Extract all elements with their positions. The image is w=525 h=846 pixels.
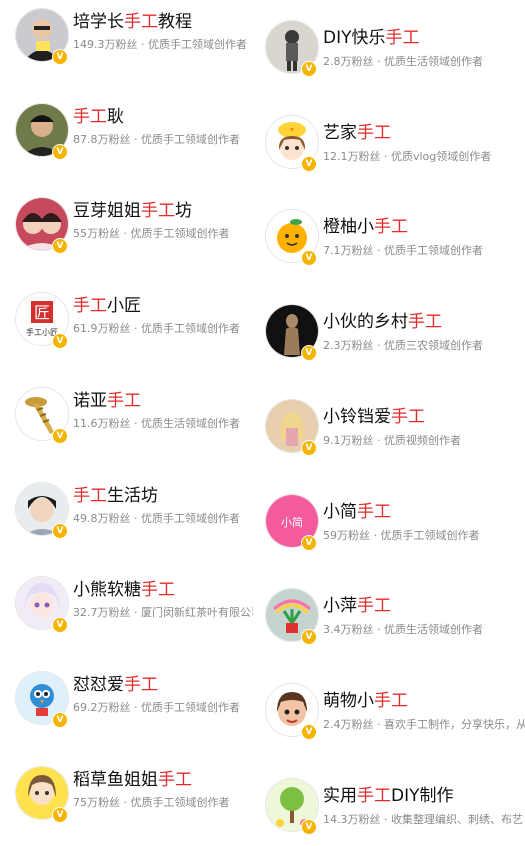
creator-item[interactable]: V DIY快乐手工 2.8万粉丝 · 优质生活领域创作者: [255, 8, 525, 88]
svg-text:小简: 小简: [281, 515, 303, 529]
creator-stats: 2.3万粉丝 · 优质三农领域创作者: [323, 339, 483, 352]
creator-stats: 12.1万粉丝 · 优质vlog领域创作者: [323, 150, 492, 163]
creator-stats: 87.8万粉丝 · 优质手工领域创作者: [73, 133, 240, 146]
creator-name: 小伙的乡村手工: [323, 312, 442, 332]
creator-stats: 59万粉丝 · 优质手工领域创作者: [323, 529, 480, 542]
verified-badge: V: [301, 724, 317, 740]
creator-item[interactable]: V 手工耿 87.8万粉丝 · 优质手工领域创作者: [0, 95, 255, 175]
creator-name: 实用手工DIY制作: [323, 786, 454, 806]
verified-badge: V: [52, 144, 68, 160]
verified-badge: V: [52, 333, 68, 349]
verified-badge: V: [301, 629, 317, 645]
verified-badge: V: [301, 345, 317, 361]
verified-badge: V: [301, 156, 317, 172]
creator-name: DIY快乐手工: [323, 28, 420, 48]
verified-badge: V: [52, 712, 68, 728]
creator-item[interactable]: V 小伙的乡村手工 2.3万粉丝 · 优质三农领域创作者: [255, 292, 525, 372]
creator-item[interactable]: V 小熊软糖手工 32.7万粉丝 · 厦门闵新红茶叶有限公司: [0, 568, 255, 648]
creator-item[interactable]: V 诺亚手工 11.6万粉丝 · 优质生活领域创作者: [0, 379, 255, 459]
creator-name: 豆芽姐姐手工坊: [73, 201, 192, 221]
verified-badge: V: [52, 238, 68, 254]
creator-stats: 9.1万粉丝 · 优质视频创作者: [323, 434, 461, 447]
creator-stats: 7.1万粉丝 · 优质手工领域创作者: [323, 244, 483, 257]
creator-stats: 49.8万粉丝 · 优质手工领域创作者: [73, 512, 240, 525]
creator-stats: 2.8万粉丝 · 优质生活领域创作者: [323, 55, 483, 68]
creator-name: 橙柚小手工: [323, 217, 408, 237]
verified-badge: V: [52, 428, 68, 444]
verified-badge: V: [52, 807, 68, 823]
creator-item[interactable]: V 小铃铛爱手工 9.1万粉丝 · 优质视频创作者: [255, 387, 525, 467]
creator-item[interactable]: V 艺家手工 12.1万粉丝 · 优质vlog领域创作者: [255, 103, 525, 183]
creator-name: 稻草鱼姐姐手工: [73, 770, 192, 790]
creator-item[interactable]: V 小萍手工 3.4万粉丝 · 优质生活领域创作者: [255, 576, 525, 656]
creator-name: 萌物小手工: [323, 691, 408, 711]
creator-name: 手工小匠: [73, 296, 141, 316]
creator-stats: 2.4万粉丝 · 喜欢手工制作，分享快乐，从: [323, 718, 525, 731]
creator-name: 手工生活坊: [73, 486, 158, 506]
creator-stats: 69.2万粉丝 · 优质手工领域创作者: [73, 701, 240, 714]
creator-item[interactable]: 匠手工小匠 V 手工小匠 61.9万粉丝 · 优质手工领域创作者: [0, 284, 255, 364]
verified-badge: V: [52, 49, 68, 65]
verified-badge: V: [52, 617, 68, 633]
creator-stats: 55万粉丝 · 优质手工领域创作者: [73, 227, 230, 240]
creator-name: 怼怼爱手工: [73, 675, 158, 695]
creator-name: 小简手工: [323, 502, 391, 522]
creator-stats: 3.4万粉丝 · 优质生活领域创作者: [323, 623, 483, 636]
creator-item[interactable]: V 橙柚小手工 7.1万粉丝 · 优质手工领域创作者: [255, 197, 525, 277]
creator-name: 培学长手工教程: [73, 12, 192, 32]
creator-stats: 149.3万粉丝 · 优质手工领域创作者: [73, 38, 247, 51]
creator-stats: 14.3万粉丝 · 收集整理编织、刺绣、布艺: [323, 813, 523, 826]
creator-name: 艺家手工: [323, 123, 391, 143]
creator-item[interactable]: 小简 V 小简手工 59万粉丝 · 优质手工领域创作者: [255, 482, 525, 562]
verified-badge: V: [52, 523, 68, 539]
creator-stats: 11.6万粉丝 · 优质生活领域创作者: [73, 417, 240, 430]
creator-name: 手工耿: [73, 107, 124, 127]
creator-item[interactable]: V 培学长手工教程 149.3万粉丝 · 优质手工领域创作者: [0, 0, 255, 80]
creator-stats: 75万粉丝 · 优质手工领域创作者: [73, 796, 230, 809]
verified-badge: V: [301, 819, 317, 835]
creator-item[interactable]: V 实用手工DIY制作 14.3万粉丝 · 收集整理编织、刺绣、布艺: [255, 766, 525, 846]
creator-item[interactable]: V 稻草鱼姐姐手工 75万粉丝 · 优质手工领域创作者: [0, 758, 255, 838]
creator-item[interactable]: V 豆芽姐姐手工坊 55万粉丝 · 优质手工领域创作者: [0, 189, 255, 269]
creator-stats: 61.9万粉丝 · 优质手工领域创作者: [73, 322, 240, 335]
creator-item[interactable]: V 手工生活坊 49.8万粉丝 · 优质手工领域创作者: [0, 474, 255, 554]
creator-name: 小熊软糖手工: [73, 580, 175, 600]
verified-badge: V: [301, 61, 317, 77]
creator-item[interactable]: V 怼怼爱手工 69.2万粉丝 · 优质手工领域创作者: [0, 663, 255, 743]
creator-item[interactable]: V 萌物小手工 2.4万粉丝 · 喜欢手工制作，分享快乐，从: [255, 671, 525, 751]
creator-name: 小萍手工: [323, 596, 391, 616]
verified-badge: V: [301, 440, 317, 456]
verified-badge: V: [301, 250, 317, 266]
svg-text:匠: 匠: [34, 303, 50, 322]
creator-stats: 32.7万粉丝 · 厦门闵新红茶叶有限公司: [73, 606, 253, 619]
verified-badge: V: [301, 535, 317, 551]
creator-name: 小铃铛爱手工: [323, 407, 425, 427]
creator-name: 诺亚手工: [73, 391, 141, 411]
